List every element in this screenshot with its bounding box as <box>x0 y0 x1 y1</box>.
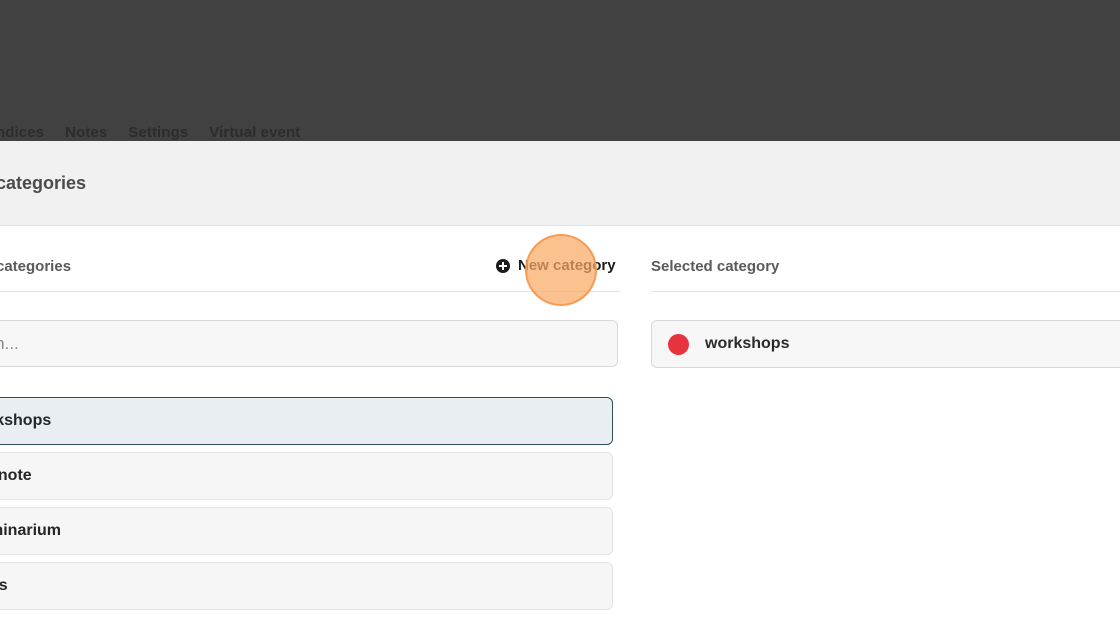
selected-category-box[interactable]: workshops <box>651 320 1120 368</box>
tab-settings[interactable]: Settings <box>128 124 188 141</box>
category-label: ynote <box>0 467 32 484</box>
panel-title: categories <box>0 173 87 193</box>
category-label: rkshops <box>0 412 52 429</box>
panel-header: categories <box>0 141 1120 226</box>
plus-circle-icon <box>496 258 510 273</box>
category-item-keynote[interactable]: ynote <box>0 452 613 500</box>
category-item-us[interactable]: us <box>0 562 613 610</box>
category-label: minarium <box>0 522 62 539</box>
category-color-dot <box>668 334 689 355</box>
category-label: us <box>0 577 8 595</box>
search-box[interactable] <box>0 320 618 367</box>
divider <box>0 291 620 292</box>
category-item-workshops[interactable]: rkshops <box>0 397 613 445</box>
category-item-seminarium[interactable]: minarium <box>0 507 613 555</box>
new-category-label: New category <box>518 257 616 274</box>
tab-notes[interactable]: Notes <box>65 124 107 141</box>
categories-column-title: categories <box>0 258 72 275</box>
new-category-button[interactable]: New category <box>496 257 616 274</box>
categories-panel: categories categories New category rksho… <box>0 141 1120 626</box>
selected-category-label: workshops <box>705 335 790 352</box>
divider <box>651 291 1120 292</box>
search-input[interactable] <box>0 321 609 366</box>
selected-category-title: Selected category <box>651 258 780 275</box>
tab-virtual-event[interactable]: Virtual event <box>209 124 300 141</box>
tab-attendees[interactable]: ndices <box>0 124 44 141</box>
nav-tabs: ndices Notes Settings Virtual event <box>0 124 321 141</box>
top-bar: ndices Notes Settings Virtual event <box>0 0 1120 141</box>
